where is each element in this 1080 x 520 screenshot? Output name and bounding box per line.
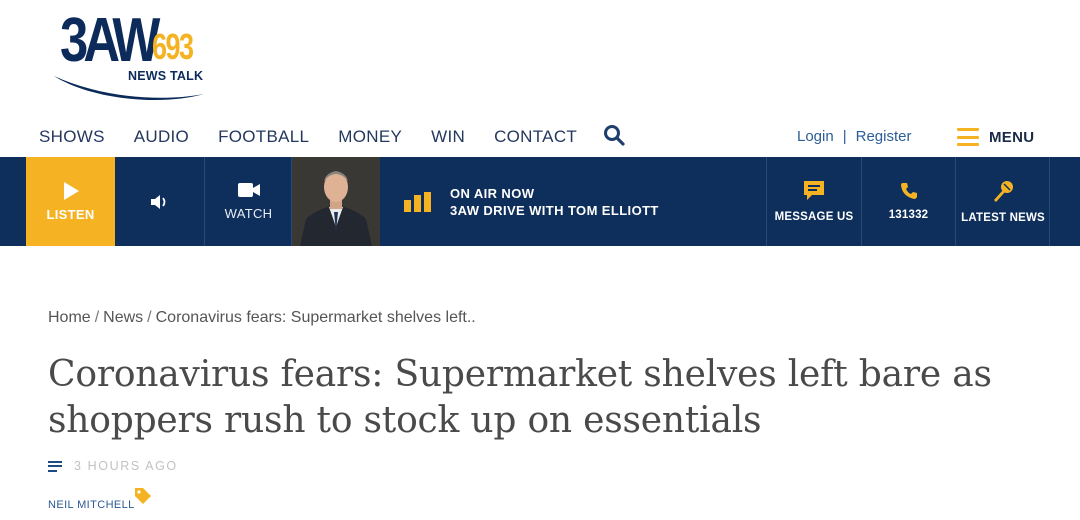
video-camera-icon (237, 183, 260, 197)
breadcrumb-home[interactable]: Home (48, 309, 91, 326)
message-us-button[interactable]: MESSAGE US (767, 157, 861, 246)
volume-button[interactable] (116, 157, 204, 246)
nav-shows[interactable]: SHOWS (39, 127, 105, 147)
breadcrumb-separator: / (147, 309, 152, 326)
logo-tagline: NEWS TALK (128, 69, 204, 83)
article-headline: Coronavirus fears: Supermarket shelves l… (48, 354, 992, 441)
auth-links: Login | Register (797, 128, 911, 145)
author-link[interactable]: NEIL MITCHELL (48, 499, 135, 511)
host-portrait (292, 157, 380, 246)
phone-number: 131332 (888, 209, 929, 221)
bar-divider (1049, 157, 1050, 246)
nav-football[interactable]: FOOTBALL (218, 127, 309, 147)
message-icon (804, 181, 824, 200)
text-lines-icon (48, 460, 62, 472)
volume-icon (151, 194, 166, 209)
main-nav: SHOWS AUDIO FOOTBALL MONEY WIN CONTACT (39, 127, 606, 147)
tag-icon[interactable] (134, 487, 152, 505)
host-photo[interactable] (292, 157, 380, 246)
bar-chart-icon (404, 191, 431, 212)
auth-separator: | (842, 128, 847, 145)
search-icon[interactable] (603, 124, 625, 146)
message-us-label: MESSAGE US (774, 211, 854, 223)
nav-money[interactable]: MONEY (338, 127, 402, 147)
site-logo[interactable]: 3AW 693 NEWS TALK (52, 8, 212, 108)
on-air-now[interactable]: ON AIR NOW 3AW DRIVE WITH TOM ELLIOTT (404, 157, 659, 246)
nav-contact[interactable]: CONTACT (494, 127, 577, 147)
watch-label: WATCH (224, 206, 273, 221)
breadcrumb-news[interactable]: News (103, 309, 143, 326)
article-timestamp: 3 HOURS AGO (48, 459, 178, 473)
latest-news-label: LATEST NEWS (961, 212, 1045, 224)
on-air-text: ON AIR NOW 3AW DRIVE WITH TOM ELLIOTT (450, 185, 659, 219)
menu-label: MENU (989, 128, 1035, 146)
breadcrumb: Home / News / Coronavirus fears: Supermarket… (48, 309, 476, 327)
nav-audio[interactable]: AUDIO (134, 127, 189, 147)
phone-icon (900, 183, 917, 199)
logo-frequency: 693 (152, 26, 194, 67)
play-icon (63, 182, 79, 200)
hamburger-icon (957, 128, 979, 146)
breadcrumb-separator: / (94, 309, 100, 326)
latest-news-button[interactable]: LATEST NEWS (956, 157, 1050, 246)
phone-button[interactable]: 131332 (862, 157, 955, 246)
on-air-label: ON AIR NOW (450, 185, 535, 201)
listen-button[interactable]: LISTEN (26, 157, 115, 246)
login-link[interactable]: Login (797, 128, 834, 145)
listen-label: LISTEN (46, 207, 95, 222)
breadcrumb-current: Coronavirus fears: Supermarket shelves l… (155, 309, 476, 326)
watch-button[interactable]: WATCH (205, 157, 292, 246)
logo-wordmark: 3AW (60, 6, 160, 75)
menu-button[interactable]: MENU (957, 128, 1034, 146)
register-link[interactable]: Register (856, 128, 912, 145)
microphone-icon (994, 181, 1013, 202)
nav-win[interactable]: WIN (431, 127, 465, 147)
live-radio-bar: LISTEN WATCH ON AIR NOW 3AW DRIVE WITH T… (0, 157, 1080, 246)
timestamp-text: 3 HOURS AGO (74, 459, 178, 473)
on-air-show: 3AW DRIVE WITH TOM ELLIOTT (450, 202, 659, 218)
